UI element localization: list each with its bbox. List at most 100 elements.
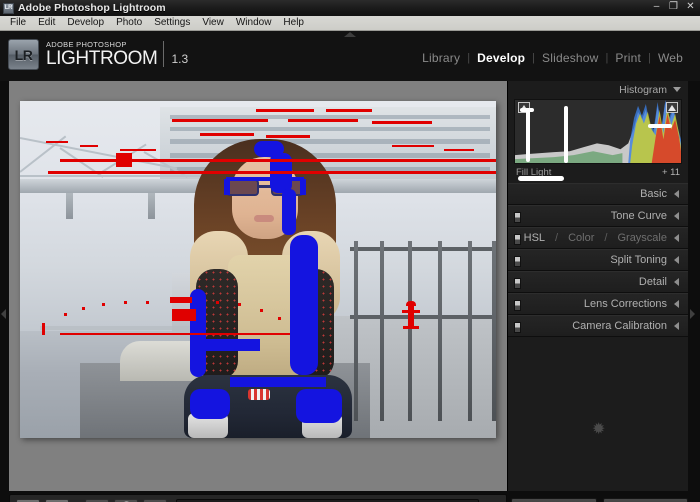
shadow-clip-overlay [300,179,306,195]
panel-split-toning-label: Split Toning [610,254,667,266]
module-develop[interactable]: Develop [470,51,532,65]
metal-railing [350,241,496,438]
panel-toggle-switch[interactable] [514,278,521,289]
highlight-clip-overlay [444,149,474,151]
panel-toggle-switch[interactable] [514,234,521,245]
highlight-clip-overlay [60,333,290,335]
panel-toggle-switch[interactable] [514,256,521,267]
highlight-clip-overlay [172,309,196,321]
lr-app-icon: LR [3,2,14,14]
image-canvas[interactable] [9,81,507,491]
menu-edit[interactable]: Edit [32,16,61,30]
wordmark: ADOBE PHOTOSHOP LIGHTROOM 1.3 [46,41,188,69]
histogram-graph[interactable] [514,99,682,164]
module-print[interactable]: Print [608,51,648,65]
highlight-clip-overlay [120,149,156,151]
highlight-clipping-indicator-icon[interactable] [666,102,678,113]
panel-split-toning[interactable]: Split Toning [508,249,688,271]
highlight-clip-overlay [146,301,149,304]
histogram-header[interactable]: Histogram [508,81,688,98]
histogram-svg [515,100,681,163]
panel-camera-calibration[interactable]: Camera Calibration [508,315,688,337]
panel-detail[interactable]: Detail [508,271,688,293]
module-library[interactable]: Library [415,51,467,65]
develop-action-buttons: Previous Reset [511,494,688,502]
panel-grayscale-label[interactable]: Grayscale [617,232,667,244]
annotation-stroke [518,176,564,181]
panel-hsl-color-grayscale[interactable]: HSL / Color / Grayscale [508,227,688,249]
highlight-clip-overlay [392,145,434,147]
menu-file[interactable]: File [4,16,32,30]
collapse-left-panel-arrow-icon[interactable] [1,309,6,319]
close-button[interactable]: ✕ [684,1,697,13]
highlight-clip-overlay [80,145,98,147]
menu-help[interactable]: Help [277,16,310,30]
panel-tone-curve[interactable]: Tone Curve [508,205,688,227]
reset-button[interactable]: Reset [602,498,688,502]
module-picker: Library | Develop | Slideshow | Print | … [415,51,690,65]
content-area: Histogram Fill Light + 11 Basic Tone Cur… [0,81,700,491]
readout-value: + 11 [661,166,680,178]
loupe-view-icon[interactable] [16,498,40,502]
toolbar-info-field[interactable] [176,498,479,502]
panel-hsl-label[interactable]: HSL [524,232,545,244]
panel-color-label[interactable]: Color [568,232,594,244]
before-after-icon[interactable] [45,498,69,502]
chevron-down-icon[interactable] [673,87,681,92]
crop-overlay-icon[interactable] [85,498,109,502]
chevron-left-icon[interactable] [674,322,679,330]
minimize-button[interactable]: – [650,1,663,13]
title-bar: LR Adobe Photoshop Lightroom – ❐ ✕ [0,0,700,16]
highlight-clip-overlay [372,121,432,124]
right-panel-rail [688,81,700,491]
highlight-clip-overlay [102,303,105,306]
histogram-readout: Fill Light + 11 [508,164,688,181]
version-label: 1.3 [171,52,189,67]
panel-toggle-switch[interactable] [514,300,521,311]
annotation-stroke [648,124,672,128]
menu-settings[interactable]: Settings [148,16,196,30]
spot-removal-icon[interactable] [114,498,138,502]
panel-camera-calibration-label: Camera Calibration [572,320,667,332]
highlight-clip-overlay [46,141,68,143]
menu-develop[interactable]: Develop [61,16,110,30]
highlight-clip-overlay [116,153,132,167]
highlight-clip-overlay [256,109,314,112]
module-slideshow[interactable]: Slideshow [535,51,606,65]
chevron-left-icon[interactable] [674,190,679,198]
bridge-pier [66,193,73,219]
restore-button[interactable]: ❐ [667,1,680,13]
chevron-left-icon[interactable] [674,212,679,220]
wordmark-divider [163,41,165,68]
panel-toggle-switch[interactable] [514,212,521,223]
menu-window[interactable]: Window [230,16,278,30]
panel-basic[interactable]: Basic [508,183,688,205]
chevron-left-icon[interactable] [674,256,679,264]
collapse-top-panel-arrow-icon[interactable] [344,32,356,37]
red-eye-icon[interactable] [143,498,167,502]
highlight-clip-overlay [42,323,45,335]
bottom-bar: Previous Reset [0,491,700,502]
panel-lens-corrections[interactable]: Lens Corrections [508,293,688,315]
highlight-clip-overlay [48,171,496,174]
previous-button[interactable]: Previous [511,498,597,502]
photo-frame [20,101,496,438]
module-web[interactable]: Web [651,51,690,65]
menu-bar: File Edit Develop Photo Settings View Wi… [0,16,700,31]
menu-photo[interactable]: Photo [110,16,148,30]
chevron-left-icon[interactable] [674,300,679,308]
shadow-clip-overlay [190,389,230,419]
highlight-clip-overlay [200,133,254,136]
panel-toggle-switch[interactable] [514,322,521,333]
shadow-clip-overlay [296,389,342,423]
menu-view[interactable]: View [196,16,230,30]
panel-tone-curve-label: Tone Curve [610,210,667,222]
highlight-clip-overlay [266,135,310,138]
lightroom-badge-icon: LR [8,39,39,70]
fire-hydrant [402,301,420,329]
collapse-right-panel-arrow-icon[interactable] [690,309,695,319]
panel-lens-corrections-label: Lens Corrections [583,298,667,310]
chevron-left-icon[interactable] [674,234,679,242]
chevron-left-icon[interactable] [674,278,679,286]
annotation-stroke [564,106,568,163]
